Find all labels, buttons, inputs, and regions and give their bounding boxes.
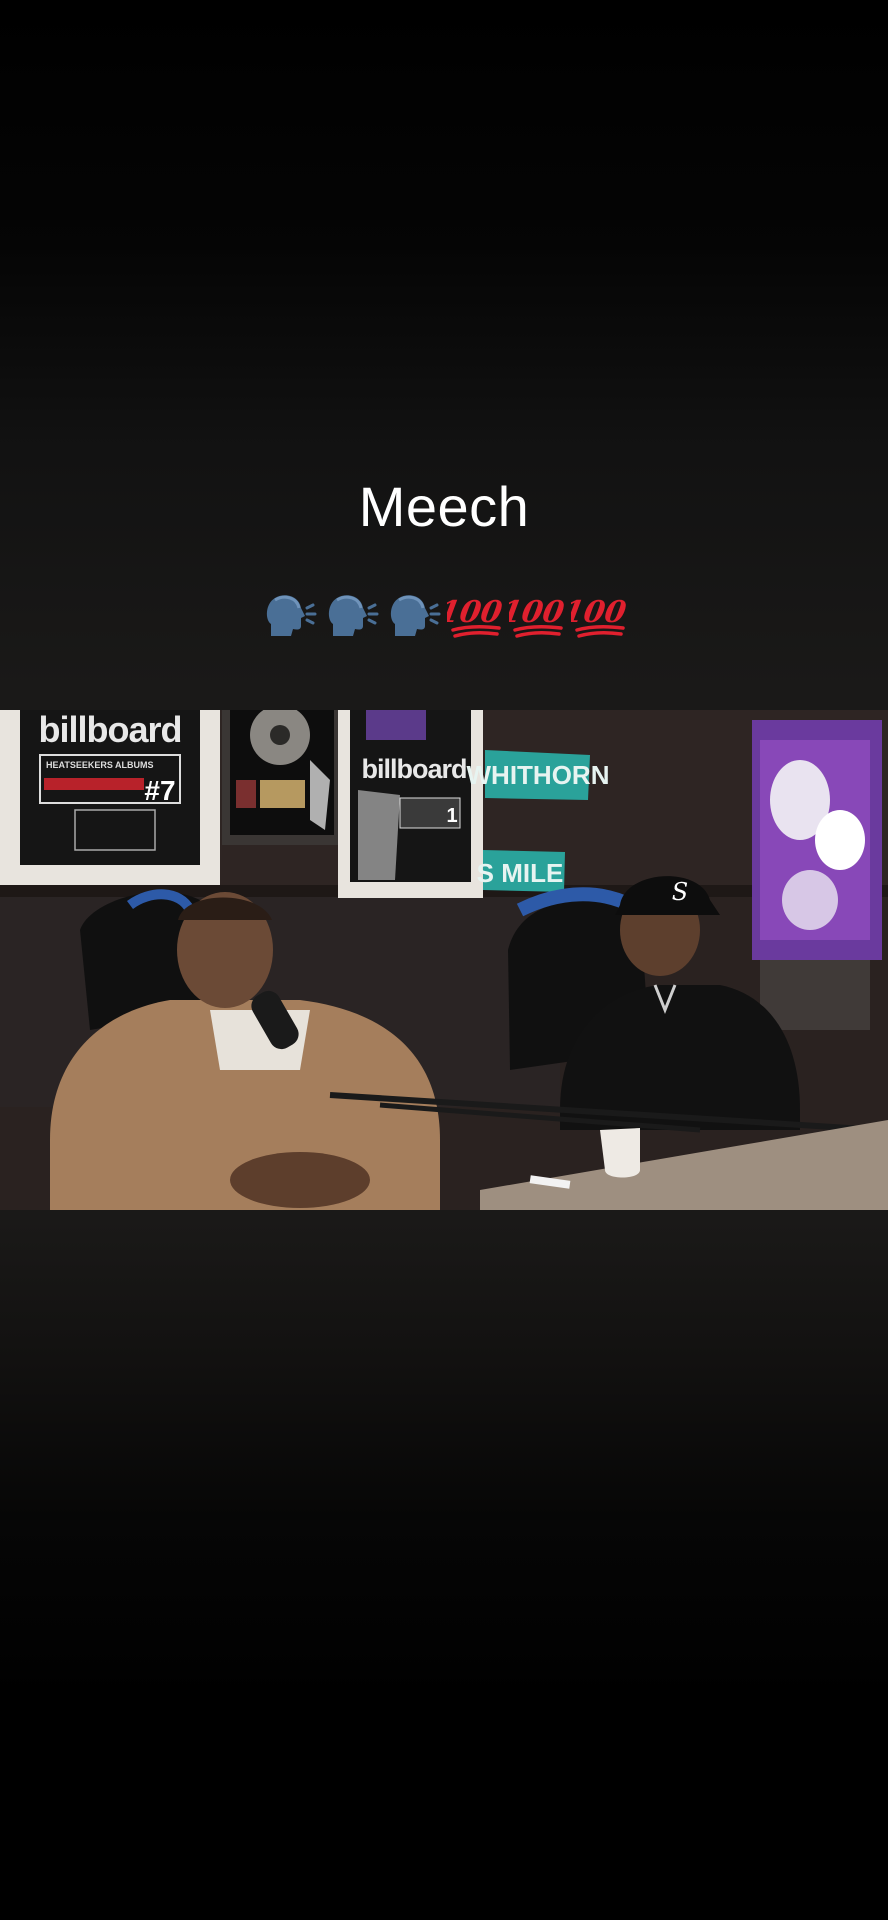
svg-text:100: 100	[447, 595, 503, 630]
svg-text:WHITHORN: WHITHORN	[467, 760, 610, 790]
svg-text:billboard: billboard	[39, 710, 182, 750]
speaking-head-icon	[385, 586, 441, 642]
gold-record-plaque	[222, 710, 342, 845]
caption-title: Meech	[358, 475, 530, 538]
street-sign-whithorn: WHITHORN	[467, 750, 610, 800]
svg-text:100: 100	[509, 595, 565, 630]
speaking-head-icon	[261, 586, 317, 642]
svg-text:S MILE: S MILE	[477, 858, 564, 888]
billboard-plaque: billboard 1	[338, 710, 483, 898]
svg-text:100: 100	[571, 595, 627, 630]
svg-text:#7: #7	[144, 775, 175, 806]
emoji-row: 100 100 100	[0, 586, 888, 642]
svg-text:HEATSEEKERS ALBUMS: HEATSEEKERS ALBUMS	[46, 760, 154, 770]
street-sign-mile: S MILE	[477, 850, 565, 892]
hundred-points-icon: 100	[571, 586, 627, 642]
billboard-plaque: billboard HEATSEEKERS ALBUMS #7	[0, 710, 220, 885]
hundred-points-icon: 100	[447, 586, 503, 642]
speaking-head-icon	[323, 586, 379, 642]
svg-text:S: S	[672, 878, 688, 906]
purple-artwork	[752, 720, 882, 960]
svg-text:billboard: billboard	[362, 754, 467, 784]
svg-text:1: 1	[446, 805, 457, 827]
video-frame[interactable]: billboard HEATSEEKERS ALBUMS #7 billboar…	[0, 710, 888, 1210]
hundred-points-icon: 100	[509, 586, 565, 642]
